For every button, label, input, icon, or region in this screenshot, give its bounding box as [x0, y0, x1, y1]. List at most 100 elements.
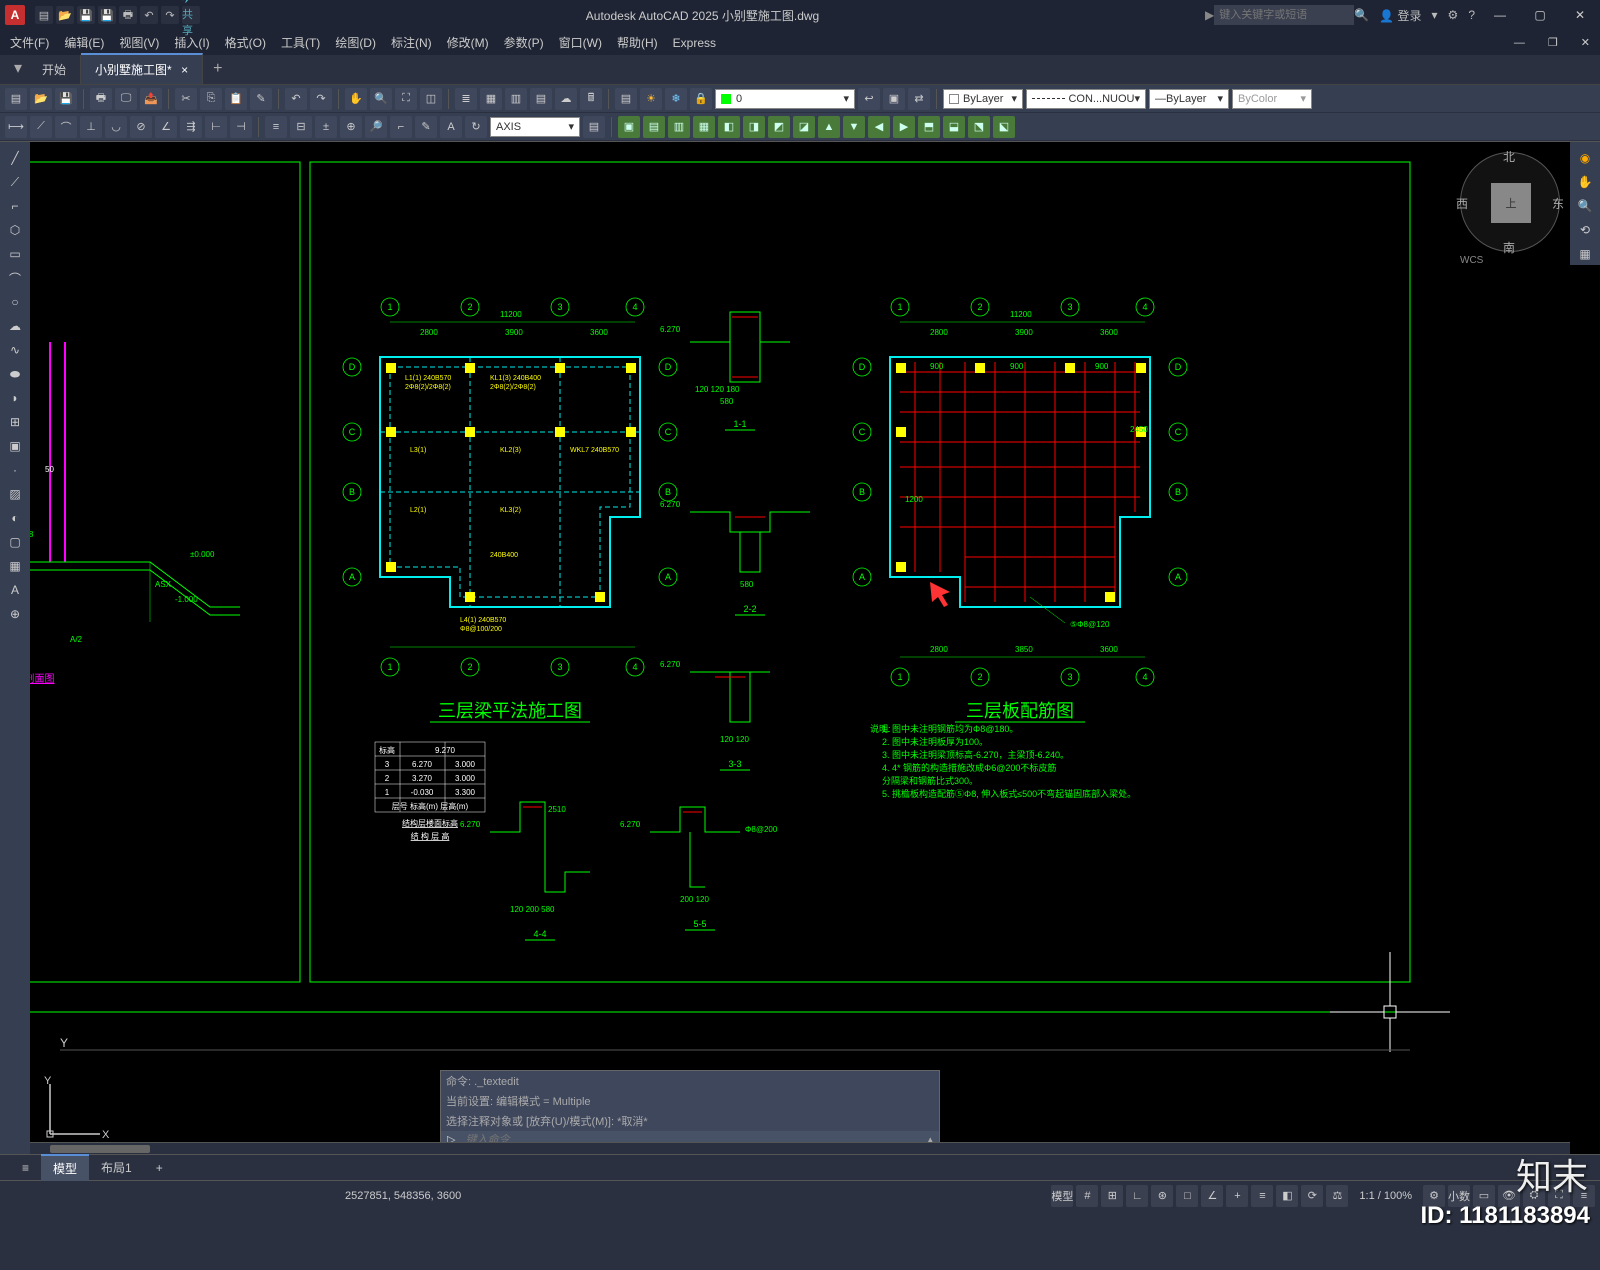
et-14-icon[interactable]: ⬓	[943, 116, 965, 138]
tab-switcher-icon[interactable]: ▾	[8, 52, 28, 84]
showmotion-icon[interactable]: ▦	[1573, 243, 1597, 265]
wheel-icon[interactable]: ◉	[1573, 147, 1597, 169]
et-9-icon[interactable]: ▲	[818, 116, 840, 138]
annoscale-icon[interactable]: ⚖	[1326, 1185, 1348, 1207]
tab-add-layout[interactable]: +	[144, 1157, 175, 1179]
tab-layout1[interactable]: 布局1	[89, 1155, 144, 1180]
qat-undo-icon[interactable]: ↶	[140, 6, 158, 24]
bylayer-color-dropdown[interactable]: ByLayer▾	[943, 89, 1023, 109]
help-search-input[interactable]	[1214, 5, 1354, 25]
et-8-icon[interactable]: ◪	[793, 116, 815, 138]
search-icon[interactable]: 🔍	[1354, 8, 1369, 22]
paste-icon[interactable]: 📋	[225, 88, 247, 110]
et-7-icon[interactable]: ◩	[768, 116, 790, 138]
dim-aligned-icon[interactable]: ⟋	[30, 116, 52, 138]
match-icon[interactable]: ✎	[250, 88, 272, 110]
undo-icon[interactable]: ↶	[285, 88, 307, 110]
orbit-icon[interactable]: ⟲	[1573, 219, 1597, 241]
layer-lock-icon[interactable]: 🔒	[690, 88, 712, 110]
dim-base-icon[interactable]: ⊢	[205, 116, 227, 138]
minimize-button[interactable]: —	[1480, 0, 1520, 30]
cycling-icon[interactable]: ⟳	[1301, 1185, 1323, 1207]
menu-draw[interactable]: 绘图(D)	[335, 34, 376, 51]
layer-freeze-icon[interactable]: ❄	[665, 88, 687, 110]
revcloud-icon[interactable]: ☁	[3, 315, 27, 337]
et-12-icon[interactable]: ▶	[893, 116, 915, 138]
ellipse-icon[interactable]: ⬬	[3, 363, 27, 385]
new-icon[interactable]: ▤	[5, 88, 27, 110]
qat-share-icon[interactable]: ✈ 共享	[182, 6, 200, 24]
addsel-icon[interactable]: ⊕	[3, 603, 27, 625]
et-16-icon[interactable]: ⬕	[993, 116, 1015, 138]
save-icon[interactable]: 💾	[55, 88, 77, 110]
circle-icon[interactable]: ○	[3, 291, 27, 313]
lwt-toggle-icon[interactable]: ≡	[1251, 1185, 1273, 1207]
zoom-readout[interactable]: 1:1 / 100%	[1351, 1190, 1420, 1202]
layer-prev-icon[interactable]: ↩	[858, 88, 880, 110]
et-5-icon[interactable]: ◧	[718, 116, 740, 138]
preview-icon[interactable]: 🖵	[115, 88, 137, 110]
menu-dim[interactable]: 标注(N)	[391, 34, 432, 51]
tolerance-icon[interactable]: ±	[315, 116, 337, 138]
lineweight-dropdown[interactable]: — ByLayer▾	[1149, 89, 1229, 109]
pline-icon[interactable]: ⌐	[3, 195, 27, 217]
point-icon[interactable]: ·	[3, 459, 27, 481]
menu-express[interactable]: Express	[673, 36, 716, 50]
layer-mgr-icon[interactable]: ▤	[615, 88, 637, 110]
et-15-icon[interactable]: ⬔	[968, 116, 990, 138]
dc-icon[interactable]: ▦	[480, 88, 502, 110]
layer-dropdown[interactable]: 0▾	[715, 89, 855, 109]
center-icon[interactable]: ⊕	[340, 116, 362, 138]
qcalc-icon[interactable]: 🖩	[580, 88, 602, 110]
h-scrollbar[interactable]	[30, 1142, 1570, 1154]
insert-icon[interactable]: ⊞	[3, 411, 27, 433]
zoom-icon[interactable]: 🔍	[370, 88, 392, 110]
dim-space-icon[interactable]: ≡	[265, 116, 287, 138]
zoom-nav-icon[interactable]: 🔍	[1573, 195, 1597, 217]
qat-save-icon[interactable]: 💾	[77, 6, 95, 24]
layer-state-icon[interactable]: ☀	[640, 88, 662, 110]
tab-document[interactable]: 小别墅施工图* ×	[81, 53, 203, 84]
et-4-icon[interactable]: ▦	[693, 116, 715, 138]
tab-new-button[interactable]: +	[203, 54, 232, 84]
copy-icon[interactable]: ⎘	[200, 88, 222, 110]
pan-icon[interactable]: ✋	[345, 88, 367, 110]
menu-edit[interactable]: 编辑(E)	[64, 34, 104, 51]
layout-hamburger[interactable]: ≡	[10, 1157, 41, 1179]
modelspace-toggle[interactable]: 模型	[1051, 1185, 1073, 1207]
tp-icon[interactable]: ▥	[505, 88, 527, 110]
pan-nav-icon[interactable]: ✋	[1573, 171, 1597, 193]
et-1-icon[interactable]: ▣	[618, 116, 640, 138]
dim-rad-icon[interactable]: ◡	[105, 116, 127, 138]
tab-start[interactable]: 开始	[28, 55, 81, 84]
model-canvas[interactable]: 218 50 ±0.000 -1.000 A/2 ASX 1000 1-1剖面图…	[30, 142, 1570, 1154]
doc-close-icon[interactable]: ✕	[1581, 36, 1590, 49]
hatch-icon[interactable]: ▨	[3, 483, 27, 505]
cart-icon[interactable]: ▾	[1432, 8, 1438, 22]
layer-iso-icon[interactable]: ▣	[883, 88, 905, 110]
dim-arc-icon[interactable]: ⌒	[55, 116, 77, 138]
linetype-dropdown[interactable]: CON...NUOU▾	[1026, 89, 1146, 109]
close-button[interactable]: ✕	[1560, 0, 1600, 30]
arc-icon[interactable]: ⌒	[3, 267, 27, 289]
et-3-icon[interactable]: ▥	[668, 116, 690, 138]
grid-toggle-icon[interactable]: #	[1076, 1185, 1098, 1207]
dim-linear-icon[interactable]: ⟼	[5, 116, 27, 138]
spline-icon[interactable]: ∿	[3, 339, 27, 361]
et-10-icon[interactable]: ▼	[843, 116, 865, 138]
plotstyle-dropdown[interactable]: ByColor▾	[1232, 89, 1312, 109]
command-line[interactable]: 命令: ._textedit 当前设置: 编辑模式 = Multiple 选择注…	[440, 1070, 940, 1149]
menu-modify[interactable]: 修改(M)	[447, 34, 489, 51]
dim-tedit-icon[interactable]: A	[440, 116, 462, 138]
app-switcher-icon[interactable]: ⚙	[1448, 8, 1459, 22]
publish-icon[interactable]: 📤	[140, 88, 162, 110]
line-icon[interactable]: ╱	[3, 147, 27, 169]
menu-format[interactable]: 格式(O)	[225, 34, 266, 51]
region-icon[interactable]: ▢	[3, 531, 27, 553]
dim-update-icon[interactable]: ↻	[465, 116, 487, 138]
redo-icon[interactable]: ↷	[310, 88, 332, 110]
snap-toggle-icon[interactable]: ⊞	[1101, 1185, 1123, 1207]
xline-icon[interactable]: ⟋	[3, 171, 27, 193]
help-icon[interactable]: ?	[1468, 8, 1475, 22]
menu-insert[interactable]: 插入(I)	[174, 34, 209, 51]
